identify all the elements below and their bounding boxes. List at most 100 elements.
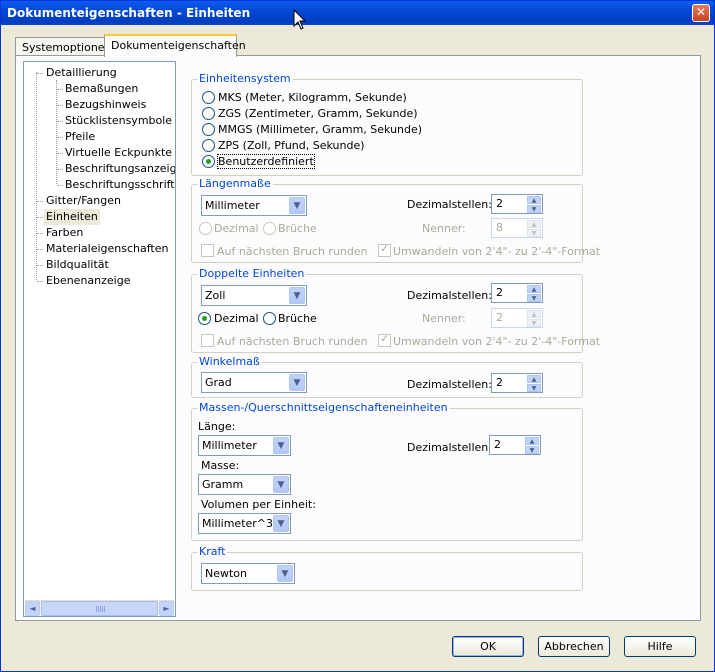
spin-down-icon[interactable]: ▼ [525, 446, 539, 454]
spin-down-icon[interactable]: ▼ [527, 205, 541, 213]
masse-mass-select[interactable]: Gramm ▼ [198, 474, 291, 495]
tree-item-virtuelle-eckpunkte[interactable]: Virtuelle Eckpunkte [65, 145, 172, 161]
group-kraft: Kraft Newton ▼ [191, 545, 583, 591]
checkbox-round[interactable] [201, 244, 214, 257]
checkbox-convert[interactable]: ✓ [378, 332, 391, 347]
tab-systemoptionen[interactable]: Systemoptionen [15, 37, 112, 56]
check-icon: ✓ [380, 242, 390, 255]
tree-item-materialeigenschaften[interactable]: Materialeigenschaften [46, 241, 168, 257]
checkbox-convert[interactable]: ✓ [378, 242, 391, 257]
help-button[interactable]: Hilfe [624, 636, 696, 657]
spinner-value: 2 [496, 286, 503, 299]
checkbox-round[interactable] [201, 334, 214, 347]
doppelte-decimals-spinner[interactable]: 2 ▲ ▼ [491, 283, 543, 303]
tree-item-detaillierung[interactable]: Detaillierung [46, 65, 117, 81]
decimals-label: Dezimalstellen: [407, 378, 492, 391]
radio-label-mks: MKS (Meter, Kilogramm, Sekunde) [218, 91, 407, 104]
masse-decimals-spinner[interactable]: 2 ▲ ▼ [489, 435, 541, 455]
select-value: Newton [205, 567, 248, 580]
tree-item-stuecklistensymbole[interactable]: Stücklistensymbole [65, 113, 172, 129]
radio-label-brueche: Brüche [278, 222, 317, 235]
spin-up-icon[interactable]: ▲ [527, 310, 541, 318]
chevron-down-icon: ▼ [273, 437, 289, 454]
group-title: Längenmaße [197, 177, 273, 190]
check-icon: ✓ [380, 332, 390, 345]
decimals-label: Dezimalstellen: [407, 441, 492, 454]
tree-connector [37, 265, 43, 266]
group-doppelte-einheiten: Doppelte Einheiten Zoll ▼ Dezimalstellen… [191, 267, 600, 353]
tab-dokumenteigenschaften[interactable]: Dokumenteigenschaften [104, 34, 246, 57]
spin-down-icon[interactable]: ▼ [527, 384, 541, 392]
select-value: Gramm [202, 478, 244, 491]
scroll-left-icon[interactable]: ◄ [25, 601, 40, 616]
tree-item-beschriftungsschriftart[interactable]: Beschriftungsschriftart [65, 177, 175, 193]
spin-down-icon[interactable]: ▼ [527, 319, 541, 327]
ok-button[interactable]: OK [452, 636, 524, 657]
select-value: Grad [205, 376, 232, 389]
scroll-right-icon[interactable]: ► [159, 601, 174, 616]
kraft-unit-select[interactable]: Newton ▼ [201, 563, 295, 584]
spin-down-icon[interactable]: ▼ [527, 229, 541, 237]
scroll-thumb[interactable] [41, 601, 158, 616]
tree-connector [57, 105, 63, 106]
chevron-down-icon: ▼ [273, 515, 289, 532]
radio-zps[interactable] [202, 139, 215, 152]
radio-mks[interactable] [202, 91, 215, 104]
spin-down-icon[interactable]: ▼ [527, 294, 541, 302]
spinner-value: 2 [496, 197, 503, 210]
tree-item-gitter-fangen[interactable]: Gitter/Fangen [46, 193, 121, 209]
radio-mmgs[interactable] [202, 123, 215, 136]
spin-up-icon[interactable]: ▲ [525, 437, 539, 445]
title-bar[interactable]: Dokumenteigenschaften - Einheiten ✕ [1, 1, 714, 25]
tree-item-bezugshinweis[interactable]: Bezugshinweis [65, 97, 146, 113]
tree-connector [37, 233, 43, 234]
checkbox-label-convert: Umwandeln von 2'4"- zu 2'-4"-Format [393, 335, 601, 348]
radio-benutzerdefiniert[interactable] [202, 155, 215, 168]
winkel-unit-select[interactable]: Grad ▼ [201, 372, 307, 393]
tree-item-bildqualitaet[interactable]: Bildqualität [46, 257, 109, 273]
chevron-down-icon: ▼ [277, 565, 293, 582]
checkbox-label-round: Auf nächsten Bruch runden [217, 245, 368, 258]
spin-up-icon[interactable]: ▲ [527, 196, 541, 204]
spin-up-icon[interactable]: ▲ [527, 375, 541, 383]
tree-item-einheiten[interactable]: Einheiten [44, 209, 100, 225]
radio-label-dezimal: Dezimal [214, 312, 259, 325]
spinner-value: 2 [494, 438, 501, 451]
tree-item-farben[interactable]: Farben [46, 225, 83, 241]
dialog-window: Dokumenteigenschaften - Einheiten ✕ Syst… [0, 0, 715, 672]
spin-up-icon[interactable]: ▲ [527, 285, 541, 293]
checkbox-label-convert: Umwandeln von 2'4"- zu 2'-4"-Format [393, 245, 601, 258]
spin-up-icon[interactable]: ▲ [527, 220, 541, 228]
select-value: Millimeter^3 [202, 517, 274, 530]
tree-item-ebenenanzeige[interactable]: Ebenenanzeige [46, 273, 130, 289]
radio-brueche[interactable] [263, 222, 276, 235]
checkbox-label-round: Auf nächsten Bruch runden [217, 335, 368, 348]
mass-label: Masse: [201, 459, 240, 472]
winkel-decimals-spinner[interactable]: 2 ▲ ▼ [491, 373, 543, 393]
tree-item-bemassungen[interactable]: Bemaßungen [65, 81, 138, 97]
mouse-cursor-icon [293, 9, 307, 30]
nenner-label: Nenner: [422, 312, 466, 325]
laengen-unit-select[interactable]: Millimeter ▼ [201, 195, 307, 216]
horizontal-scrollbar[interactable]: ◄ ► [25, 600, 174, 616]
radio-dezimal[interactable] [199, 222, 212, 235]
tree-connector [37, 73, 43, 74]
laengen-nenner-spinner[interactable]: 8 ▲ ▼ [491, 218, 543, 238]
category-tree[interactable]: Detaillierung Bemaßungen Bezugshinweis S… [23, 61, 176, 617]
doppelte-unit-select[interactable]: Zoll ▼ [201, 285, 307, 306]
doppelte-nenner-spinner[interactable]: 2 ▲ ▼ [491, 308, 543, 328]
group-title: Massen-/Querschnittseigenschafteneinheit… [197, 401, 450, 414]
radio-zgs[interactable] [202, 107, 215, 120]
close-button[interactable]: ✕ [692, 4, 710, 22]
cancel-button[interactable]: Abbrechen [538, 636, 610, 657]
tree-item-pfeile[interactable]: Pfeile [65, 129, 95, 145]
tree-connector [57, 89, 63, 90]
masse-length-select[interactable]: Millimeter ▼ [198, 435, 291, 456]
tree-item-beschriftungsanzeige[interactable]: Beschriftungsanzeige [65, 161, 175, 177]
radio-dezimal[interactable] [198, 312, 211, 325]
close-icon: ✕ [695, 5, 707, 19]
spinner-value: 2 [496, 376, 503, 389]
laengen-decimals-spinner[interactable]: 2 ▲ ▼ [491, 194, 543, 214]
masse-volume-select[interactable]: Millimeter^3 ▼ [198, 513, 291, 534]
radio-brueche[interactable] [263, 312, 276, 325]
